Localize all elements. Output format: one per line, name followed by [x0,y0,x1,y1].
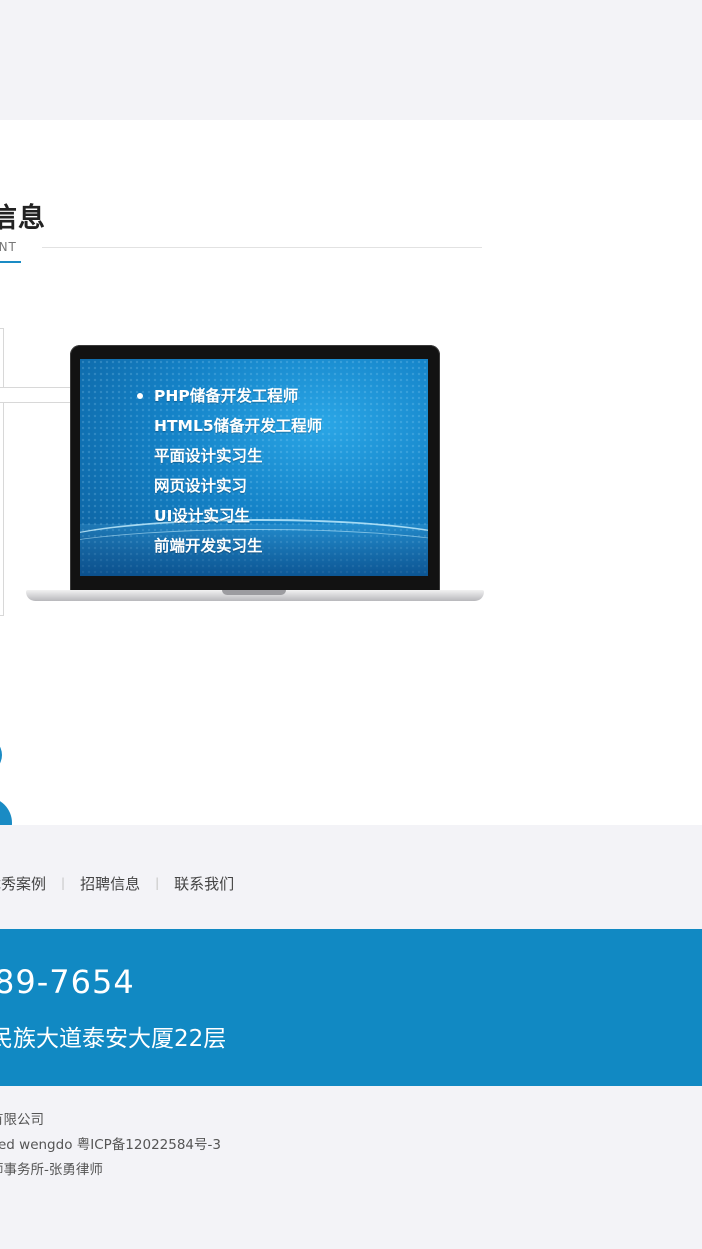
title-accent-bar [0,261,21,263]
job-title: 平面设计实习生 [154,447,263,465]
icp-record: ved wengdo 粤ICP备12022584号-3 [0,1137,221,1153]
bullet-icon [137,393,143,399]
laptop-illustration: PHP储备开发工程师 HTML5储备开发工程师 平面设计实习生 网页设计实习 U… [26,345,484,607]
nav-separator: | [61,876,66,890]
side-card-frame [0,402,4,616]
footer-link-recruitment[interactable]: 招聘信息 [80,873,140,894]
phone-number: 89-7654 [0,963,135,1001]
footer-nav: 优秀案例 | 招聘信息 | 联系我们 [0,871,234,895]
job-item[interactable]: 平面设计实习生 [154,441,322,471]
float-top-button[interactable] [0,797,12,825]
float-contact-icon[interactable] [0,737,2,773]
job-item[interactable]: UI设计实习生 [154,501,322,531]
job-title: 网页设计实习 [154,477,248,495]
job-title: UI设计实习生 [154,507,250,525]
company-address: 民族大道泰安大厦22层 [0,1026,227,1052]
company-name: 有限公司 [0,1112,44,1128]
job-title: HTML5储备开发工程师 [154,417,323,435]
title-divider [42,247,482,248]
section-title: 信息 [0,203,46,234]
job-title: PHP储备开发工程师 [154,387,299,405]
top-band [0,0,702,120]
footer-link-contact[interactable]: 联系我们 [174,873,234,894]
footer-link-cases[interactable]: 优秀案例 [0,873,46,894]
section-subtitle: ENT [0,240,17,254]
job-item[interactable]: PHP储备开发工程师 [137,381,322,411]
recruitment-section: 信息 ENT PHP储备开发工程师 HTML5储备开发工程师 平面设计实习生 网… [0,120,702,825]
job-title: 前端开发实习生 [154,537,263,555]
job-item[interactable]: 网页设计实习 [154,471,322,501]
job-list: PHP储备开发工程师 HTML5储备开发工程师 平面设计实习生 网页设计实习 U… [137,381,322,561]
legal-counsel: 师事务所-张勇律师 [0,1162,103,1178]
copyright-block: 有限公司 ved wengdo 粤ICP备12022584号-3 师事务所-张勇… [0,1108,221,1183]
job-item[interactable]: HTML5储备开发工程师 [154,411,322,441]
contact-bar: 89-7654 民族大道泰安大厦22层 [0,929,702,1086]
laptop-screen: PHP储备开发工程师 HTML5储备开发工程师 平面设计实习生 网页设计实习 U… [80,359,428,576]
laptop-notch [222,590,286,595]
laptop-lid: PHP储备开发工程师 HTML5储备开发工程师 平面设计实习生 网页设计实习 U… [70,345,440,593]
nav-separator: | [155,876,160,890]
job-item[interactable]: 前端开发实习生 [154,531,322,561]
